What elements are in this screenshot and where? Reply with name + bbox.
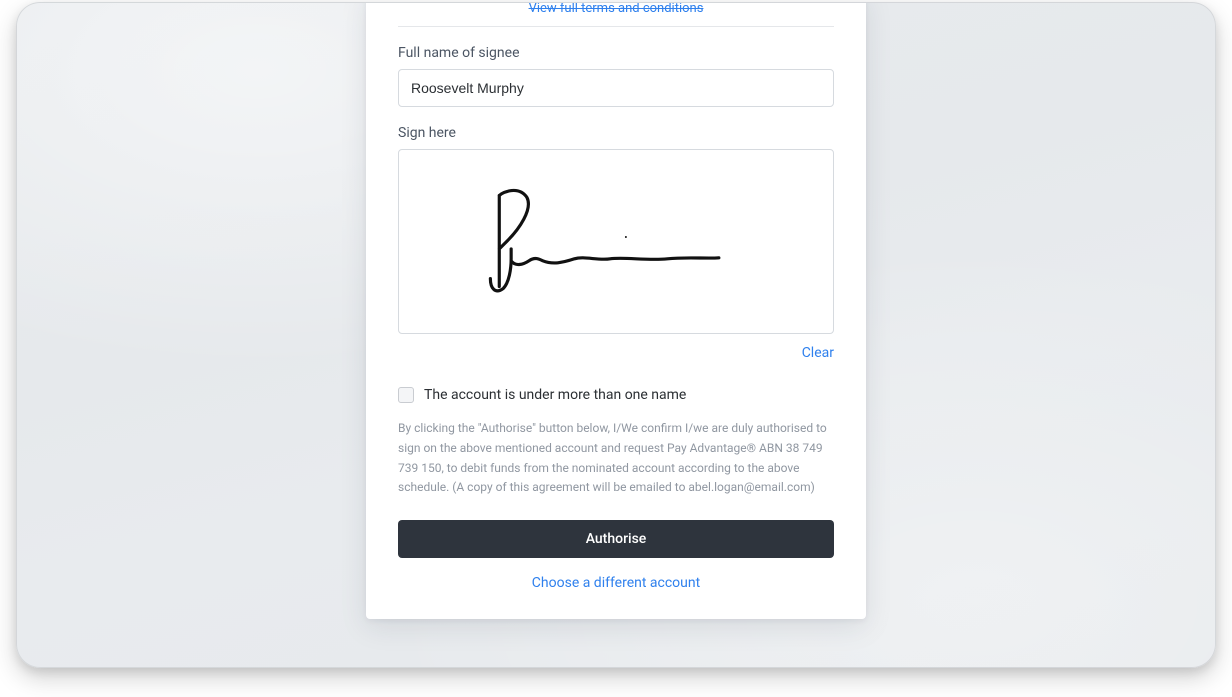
signature-pad[interactable] — [398, 149, 834, 334]
clear-row: Clear — [398, 342, 834, 361]
alt-account-row: Choose a different account — [398, 572, 834, 591]
terms-link[interactable]: View full terms and conditions — [529, 2, 704, 16]
multi-name-row: The account is under more than one name — [398, 387, 834, 403]
signature-card: View full terms and conditions Full name… — [366, 2, 866, 619]
signature-group: Sign here Clear — [398, 125, 834, 361]
app-frame: View full terms and conditions Full name… — [16, 2, 1216, 668]
signature-drawing — [399, 150, 833, 333]
full-name-label: Full name of signee — [398, 45, 834, 61]
choose-different-account-link[interactable]: Choose a different account — [532, 575, 700, 591]
authorise-button[interactable]: Authorise — [398, 520, 834, 558]
disclaimer-text: By clicking the "Authorise" button below… — [398, 419, 834, 498]
sign-here-label: Sign here — [398, 125, 834, 141]
clear-signature-button[interactable]: Clear — [802, 345, 834, 361]
terms-link-wrap: View full terms and conditions — [398, 2, 834, 18]
multi-name-label[interactable]: The account is under more than one name — [424, 387, 686, 403]
full-name-group: Full name of signee — [398, 45, 834, 107]
divider — [398, 26, 834, 27]
full-name-input[interactable] — [398, 69, 834, 107]
multi-name-checkbox[interactable] — [398, 387, 414, 403]
